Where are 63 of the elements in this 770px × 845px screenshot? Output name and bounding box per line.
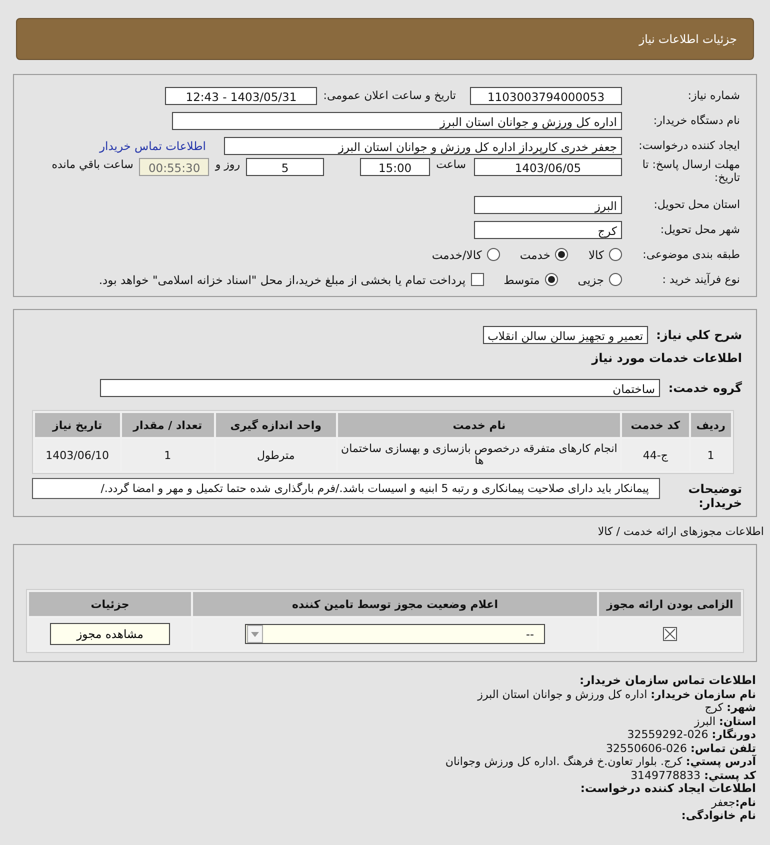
creator-line: نام خانوادگی:: [680, 809, 756, 822]
creator-line: نام:جعفر: [710, 796, 756, 809]
view-license-button[interactable]: مشاهده مجوز: [50, 623, 170, 645]
radio-label: کالا: [588, 248, 604, 262]
radio-button[interactable]: [609, 248, 622, 261]
contact-line: آدرس پستي: کرج. بلوار تعاون.خ فرهنگ .اداره کل ورزش وجوانان: [444, 755, 756, 768]
remaining-time-field: 00:55:30: [139, 158, 210, 176]
contact-line: استان: البرز: [692, 714, 756, 728]
field-label: تاریخ و ساعت اعلان عمومی:: [322, 89, 457, 102]
column-header: تعداد / مقدار: [122, 413, 214, 437]
radio-label: خدمت: [520, 248, 550, 262]
remaining-label: ساعت باقي مانده: [50, 158, 134, 171]
deadline-time-field[interactable]: 15:00: [360, 158, 430, 176]
radio-label: متوسط: [504, 272, 540, 286]
days-label: روز و: [214, 158, 242, 171]
column-header: نام خدمت: [338, 413, 620, 437]
field-label: شماره نیاز:: [686, 89, 740, 102]
radio-button[interactable]: [555, 248, 568, 261]
column-header: کد خدمت: [622, 413, 689, 437]
column-header: جزئیات: [29, 592, 191, 616]
section-title: اطلاعات خدمات مورد نیاز: [590, 351, 742, 365]
city-field[interactable]: کرج: [474, 220, 622, 238]
buyer-notes-label: توضیحات خریدار:: [687, 481, 742, 510]
contact-title: اطلاعات تماس سازمان خریدار:: [578, 674, 756, 688]
creator-title: اطلاعات ایجاد کننده درخواست:: [579, 782, 756, 796]
column-header: الزامی بودن ارائه مجوز: [599, 592, 741, 616]
page-title: جزئیات اطلاعات نیاز: [639, 32, 737, 46]
buyer-org-field[interactable]: اداره کل ورزش و جوانان استان البرز: [172, 112, 622, 130]
summary-label: شرح کلي نياز:: [656, 328, 742, 342]
need-number-field[interactable]: 1103003794000053: [470, 86, 622, 104]
buyer-contact-link[interactable]: اطلاعات تماس خریدار: [99, 138, 206, 152]
checkbox-label: پرداخت تمام یا بخشی از مبلغ خرید،از محل "اسناد خزانه اسلامی" خواهد بود.: [98, 272, 466, 286]
time-label: ساعت: [435, 158, 467, 171]
deadline-date-field[interactable]: 1403/06/05: [474, 158, 622, 176]
radio-button[interactable]: [486, 248, 500, 261]
radio-label: کالا/خدمت: [432, 248, 482, 262]
section-title: اطلاعات مجوزهای ارائه خدمت / کالا: [596, 525, 764, 538]
radio-button[interactable]: [544, 273, 558, 286]
radio-label: جزیی: [578, 272, 604, 286]
column-header: ردیف: [690, 413, 731, 437]
service-group-field[interactable]: ساختمان: [100, 378, 660, 396]
column-header: واحد اندازه گیری: [216, 413, 336, 437]
announce-date-field[interactable]: 1403/05/31 - 12:43: [165, 86, 318, 104]
contact-line: نام سازمان خریدار: اداره کل ورزش و جوانان استان البرز: [476, 688, 756, 701]
status-dropdown[interactable]: --: [245, 624, 545, 644]
days-field[interactable]: 5: [246, 158, 324, 176]
field-label: نام دستگاه خریدار:: [652, 114, 740, 127]
contact-line: شهر: کرج: [704, 701, 756, 714]
service-group-label: گروه خدمت:: [667, 380, 742, 394]
field-label: شهر محل تحویل:: [659, 223, 740, 236]
field-label: استان محل تحویل:: [652, 198, 740, 211]
checkbox[interactable]: [470, 273, 484, 286]
column-header: اعلام وضعیت مجوز توسط تامین کننده: [193, 592, 597, 616]
buyer-notes-box: پیمانکار باید دارای صلاحیت پیمانکاری و رتبه 5 ابنیه و اسیسات باشد./فرم بارگذاری شده حتما تکمیل و مهر و امضا گردد./: [32, 478, 660, 499]
field-label: طبقه بندی موضوعی:: [642, 248, 740, 261]
field-label: مهلت ارسال پاسخ: تا تاریخ:: [641, 158, 740, 184]
summary-field[interactable]: تعمیر و تجهیز سالن سالن انقلاب: [482, 326, 648, 344]
radio-button[interactable]: [609, 273, 622, 286]
province-field[interactable]: البرز: [474, 196, 622, 214]
requester-field[interactable]: جعفر خدری کارپرداز اداره کل ورزش و جوانان استان البرز: [224, 136, 622, 154]
field-label: نوع فرآیند خرید :: [661, 273, 740, 286]
field-label: ایجاد کننده درخواست:: [638, 139, 740, 152]
column-header: تاریخ نیاز: [35, 413, 120, 437]
